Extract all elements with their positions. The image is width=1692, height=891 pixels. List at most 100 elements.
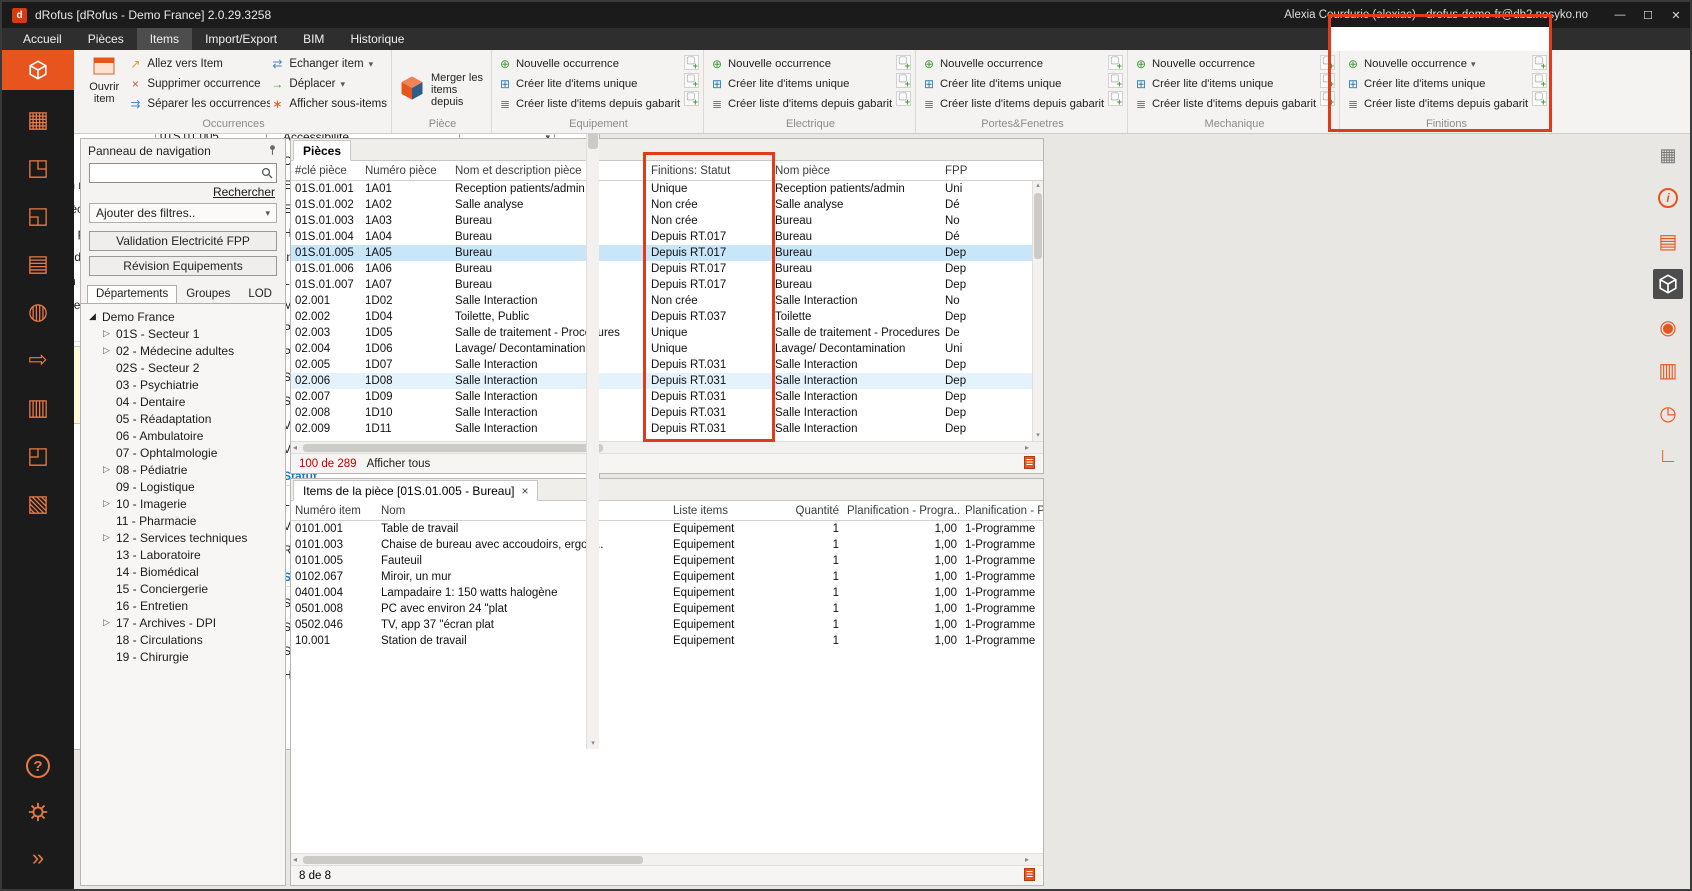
nouvelle-occurrence-button[interactable]: ⊕Nouvelle occurrence▾: [1346, 54, 1528, 74]
table-row[interactable]: 02.0021D04Toilette, PublicDepuis RT.037T…: [291, 309, 1043, 325]
tree-item-07-ophtalmologie[interactable]: 07 - Ophtalmologie: [81, 444, 285, 461]
tab-pieces[interactable]: Pièces: [293, 140, 351, 161]
models-icon[interactable]: ◱: [15, 196, 61, 234]
tree-item-16-entretien[interactable]: 16 - Entretien: [81, 597, 285, 614]
history-icon[interactable]: ◷: [1653, 398, 1683, 428]
collapse-icon[interactable]: ◢: [89, 311, 102, 322]
items-3d-icon[interactable]: ◳: [15, 148, 61, 186]
documents-icon[interactable]: ▤: [1653, 226, 1683, 256]
mini-action-icon[interactable]: ▢+: [684, 55, 699, 70]
menu-tab-import-export[interactable]: Import/Export: [192, 28, 290, 50]
merge-items-button[interactable]: Merger les items depuis: [398, 52, 487, 118]
add-filters-dropdown[interactable]: Ajouter des filtres.. ▾: [89, 203, 277, 223]
column-header-nom-pi-ce[interactable]: Nom pièce: [771, 165, 941, 177]
drofus-logo-icon[interactable]: [2, 50, 74, 90]
allez-vers-item-button[interactable]: ↗Allez vers Item: [128, 54, 270, 74]
menu-tab-pi-ces[interactable]: Pièces: [75, 28, 137, 50]
search-icon[interactable]: [261, 167, 273, 182]
mini-action-icon[interactable]: ▢+: [896, 91, 911, 106]
expand-icon[interactable]: ▷: [103, 328, 116, 339]
table-row[interactable]: 02.0031D05Salle de traitement - Procedur…: [291, 325, 1043, 341]
column-header-nom[interactable]: Nom: [377, 505, 669, 517]
table-row[interactable]: 01S.01.0011A01Reception patients/adminUn…: [291, 181, 1043, 197]
tree-item-12-services-techniques[interactable]: ▷12 - Services techniques: [81, 529, 285, 546]
table-row[interactable]: 01S.01.0061A06BureauDepuis RT.017BureauD…: [291, 261, 1043, 277]
scroll-right-icon[interactable]: ▸: [1025, 442, 1029, 454]
tree-item-15-conciergerie[interactable]: 15 - Conciergerie: [81, 580, 285, 597]
r-vision-equipements-button[interactable]: Révision Equipements: [89, 256, 277, 276]
copy-icon[interactable]: ▥: [1653, 355, 1683, 385]
table-row[interactable]: 0501.008PC avec environ 24 "platEquipeme…: [291, 601, 1043, 617]
table-row[interactable]: 02.0011D02Salle InteractionNon créeSalle…: [291, 293, 1043, 309]
nouvelle-occurrence-button[interactable]: ⊕Nouvelle occurrence: [710, 54, 892, 74]
table-row[interactable]: 01S.01.0031A03BureauNon créeBureauNo: [291, 213, 1043, 229]
report-icon[interactable]: [1024, 868, 1035, 884]
cr-er-lite-d-items-unique-button[interactable]: ⊞Créer lite d'items unique: [498, 74, 680, 94]
table-row[interactable]: 0502.046TV, app 37 "écran platEquipement…: [291, 617, 1043, 633]
items-horizontal-scrollbar[interactable]: ◂ ▸: [291, 853, 1043, 865]
open-item-button[interactable]: Ouvrir item: [80, 52, 128, 118]
tree-item-14-biom-dical[interactable]: 14 - Biomédical: [81, 563, 285, 580]
cr-er-liste-d-items-depuis-gabarit-button[interactable]: ≣Créer liste d'items depuis gabarit: [1346, 94, 1528, 114]
close-icon[interactable]: ×: [521, 486, 528, 496]
logistics-icon[interactable]: ⇨: [15, 340, 61, 378]
tree-item-01s-secteur-1[interactable]: ▷01S - Secteur 1: [81, 325, 285, 342]
mini-action-icon[interactable]: ▢+: [1108, 91, 1123, 106]
mini-action-icon[interactable]: ▢+: [896, 55, 911, 70]
buildings-icon[interactable]: ▥: [15, 388, 61, 426]
nouvelle-occurrence-button[interactable]: ⊕Nouvelle occurrence: [1134, 54, 1316, 74]
mini-action-icon[interactable]: ▢+: [1320, 91, 1335, 106]
search-input[interactable]: [89, 163, 277, 183]
maximize-button[interactable]: ☐: [1634, 2, 1662, 28]
table-row[interactable]: 02.0061D08Salle InteractionDepuis RT.031…: [291, 373, 1043, 389]
tree-item-10-imagerie[interactable]: ▷10 - Imagerie: [81, 495, 285, 512]
lists-icon[interactable]: ▤: [15, 244, 61, 282]
menu-tab-items[interactable]: Items: [137, 28, 192, 50]
mini-action-icon[interactable]: ▢+: [1532, 55, 1547, 70]
tree-item-17-archives-dpi[interactable]: ▷17 - Archives - DPI: [81, 614, 285, 631]
info-icon[interactable]: i: [1653, 183, 1683, 213]
afficher-sous-items-button[interactable]: ∗Afficher sous-items: [270, 94, 387, 114]
table-row[interactable]: 02.0051D07Salle InteractionDepuis RT.031…: [291, 357, 1043, 373]
expand-icon[interactable]: ▷: [103, 617, 116, 628]
help-icon[interactable]: ?: [15, 747, 61, 785]
mini-action-icon[interactable]: ▢+: [1532, 73, 1547, 88]
menu-tab-bim[interactable]: BIM: [290, 28, 337, 50]
cr-er-liste-d-items-depuis-gabarit-button[interactable]: ≣Créer liste d'items depuis gabarit: [1134, 94, 1316, 114]
scroll-down-icon[interactable]: ▾: [1033, 431, 1043, 441]
column-header-fpp[interactable]: FPP: [941, 165, 1031, 177]
menu-tab-accueil[interactable]: Accueil: [10, 28, 75, 50]
finance-icon[interactable]: ◍: [15, 292, 61, 330]
mini-action-icon[interactable]: ▢+: [1532, 91, 1547, 106]
table-row[interactable]: 02.0041D06Lavage/ DecontaminationUniqueL…: [291, 341, 1043, 357]
table-row[interactable]: 02.0071D09Salle InteractionDepuis RT.031…: [291, 389, 1043, 405]
table-row[interactable]: 0401.004Lampadaire 1: 150 watts halogène…: [291, 585, 1043, 601]
tree-item-09-logistique[interactable]: 09 - Logistique: [81, 478, 285, 495]
tree-item-18-circulations[interactable]: 18 - Circulations: [81, 631, 285, 648]
nav-tab-groupes[interactable]: Groupes: [177, 285, 239, 303]
search-link[interactable]: Rechercher: [213, 185, 275, 199]
tree-item-05-r-adaptation[interactable]: 05 - Réadaptation: [81, 410, 285, 427]
column-header-liste-items[interactable]: Liste items: [669, 505, 781, 517]
column-header-num-ro-item[interactable]: Numéro item: [291, 505, 377, 517]
expand-icon[interactable]: ▷: [103, 532, 116, 543]
tree-root[interactable]: ◢Demo France: [81, 308, 285, 325]
d-placer-button[interactable]: →Déplacer▾: [270, 74, 387, 94]
tab-items-de-la-piece[interactable]: Items de la pièce [01S.01.005 - Bureau] …: [293, 480, 538, 501]
validation-electricit-fpp-button[interactable]: Validation Electricité FPP: [89, 231, 277, 251]
tree-item-08-p-diatrie[interactable]: ▷08 - Pédiatrie: [81, 461, 285, 478]
scroll-right-icon[interactable]: ▸: [1025, 854, 1029, 866]
cr-er-lite-d-items-unique-button[interactable]: ⊞Créer lite d'items unique: [1346, 74, 1528, 94]
model-3d-icon[interactable]: [1653, 269, 1683, 299]
mini-action-icon[interactable]: ▢+: [1108, 73, 1123, 88]
mini-action-icon[interactable]: ▢+: [684, 91, 699, 106]
expand-icon[interactable]: »: [15, 839, 61, 877]
scroll-up-icon[interactable]: ▴: [1033, 181, 1043, 191]
cr-er-lite-d-items-unique-button[interactable]: ⊞Créer lite d'items unique: [922, 74, 1104, 94]
mini-action-icon[interactable]: ▢+: [1320, 55, 1335, 70]
column-header-planification-planificat[interactable]: Planification - Planificat...: [961, 505, 1043, 517]
cr-er-lite-d-items-unique-button[interactable]: ⊞Créer lite d'items unique: [710, 74, 892, 94]
reports-icon[interactable]: ▧: [15, 484, 61, 522]
expand-icon[interactable]: ▷: [103, 345, 116, 356]
supprimer-occurrence-button[interactable]: ×Supprimer occurrence: [128, 74, 270, 94]
